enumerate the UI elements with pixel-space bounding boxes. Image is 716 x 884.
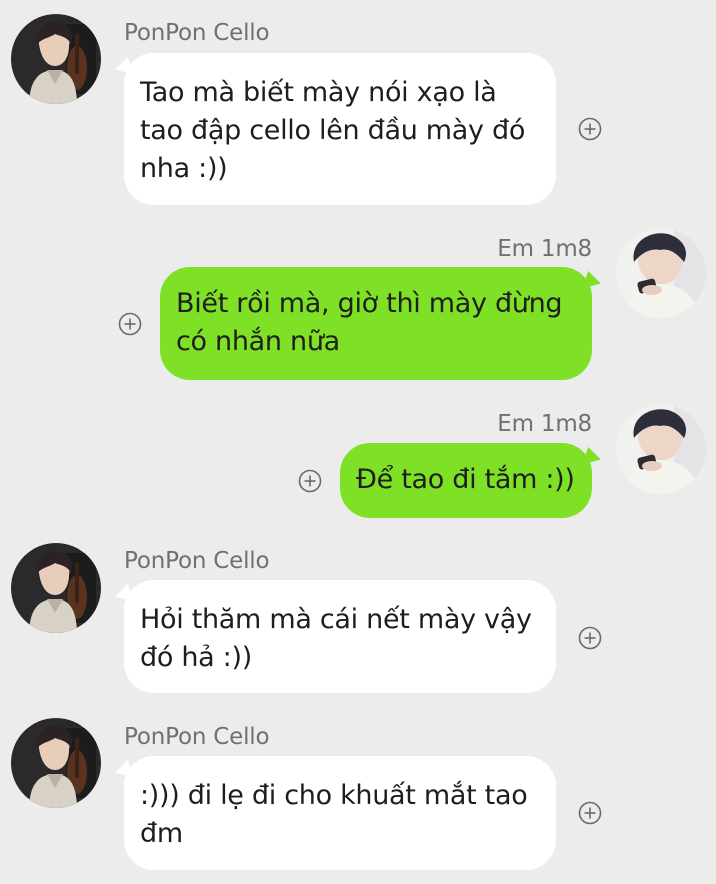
add-reaction-icon[interactable] [298, 469, 322, 493]
add-reaction-icon[interactable] [578, 626, 602, 650]
message-text-line: đó hả :)) [140, 642, 252, 673]
message-text-line: có nhắn nữa [176, 326, 340, 357]
sender-avatar[interactable] [11, 543, 101, 633]
message-bubble-incoming[interactable]: :))) đi lẹ đi cho khuất mắt tao đm [124, 756, 556, 870]
sender-avatar[interactable] [11, 14, 101, 104]
message-text-line: Biết rồi mà, giờ thì mày đừng [176, 288, 563, 319]
message-text-line: Tao mà biết mày nói xạo là [140, 77, 497, 108]
message-text-line: đm [140, 818, 183, 849]
message-bubble-outgoing[interactable]: Để tao đi tắm :)) [340, 443, 592, 518]
message-text-line: nha :)) [140, 153, 228, 184]
my-avatar[interactable] [616, 228, 706, 318]
message-bubble-incoming[interactable]: Tao mà biết mày nói xạo là tao đập cello… [124, 53, 556, 205]
sender-name: PonPon Cello [124, 724, 270, 750]
add-reaction-icon[interactable] [578, 117, 602, 141]
message-bubble-outgoing[interactable]: Biết rồi mà, giờ thì mày đừng có nhắn nữ… [160, 267, 592, 380]
message-bubble-incoming[interactable]: Hỏi thăm mà cái nết mày vậy đó hả :)) [124, 580, 556, 693]
add-reaction-icon[interactable] [118, 312, 142, 336]
sender-name: PonPon Cello [124, 20, 270, 46]
sender-avatar[interactable] [11, 718, 101, 808]
message-text-line: Hỏi thăm mà cái nết mày vậy [140, 604, 532, 635]
sender-name: PonPon Cello [124, 548, 270, 574]
my-avatar[interactable] [616, 404, 706, 494]
message-text-line: tao đập cello lên đầu mày đó [140, 115, 526, 146]
sender-name: Em 1m8 [497, 411, 592, 437]
message-text-line: :))) đi lẹ đi cho khuất mắt tao [140, 780, 528, 811]
add-reaction-icon[interactable] [578, 801, 602, 825]
message-text-line: Để tao đi tắm :)) [356, 464, 575, 495]
sender-name: Em 1m8 [497, 236, 592, 262]
